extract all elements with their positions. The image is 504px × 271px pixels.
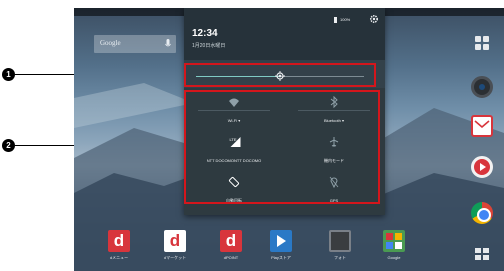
chrome-app-icon[interactable] [471,202,493,224]
camera-app-icon[interactable] [471,76,493,98]
dock-app-dmenu[interactable]: d [108,230,130,252]
callout-1: 1 [2,68,15,81]
google-search-bar[interactable]: Google [94,35,176,53]
play-store-icon [277,235,286,247]
microphone-icon[interactable] [165,38,171,50]
dock-app-photos[interactable] [329,230,351,252]
app-drawer-icon[interactable] [475,248,489,260]
dock-app-play-store[interactable] [270,230,292,252]
dock-label: フォト [334,255,346,260]
google-search-text: Google [100,39,121,47]
dock-app-dpoint[interactable]: d [220,230,242,252]
callout-2: 2 [2,139,15,152]
highlight-quick-settings [184,90,380,204]
dock-label: Google [387,255,401,260]
envelope-icon [474,120,490,129]
dock-label: dメニュー [109,255,129,260]
dock-app-google-folder[interactable] [383,230,405,252]
clock-time: 12:34 [192,28,218,39]
clock-date: 1月20日水曜日 [192,43,226,49]
dock-app-dmarket[interactable]: d [164,230,186,252]
apps-grid-icon[interactable] [475,36,489,50]
play-music-app-icon[interactable] [471,156,493,178]
folder-grid-icon [386,233,402,249]
gear-icon[interactable] [369,14,379,24]
dock-label: dマーケット [163,255,187,260]
dock-label: Playストア [271,255,291,260]
highlight-brightness [184,63,376,87]
mail-app-icon[interactable] [471,115,493,137]
panel-header: 100% 12:34 1月20日水曜日 [184,8,385,60]
play-icon [480,163,486,171]
screenshot: 1 2 Google d dメニュー d dマーケット d dPOINT Pla… [0,0,504,271]
battery-percent: 100% [340,17,351,22]
dock-label: dPOINT [223,255,239,260]
battery-icon [334,17,337,23]
